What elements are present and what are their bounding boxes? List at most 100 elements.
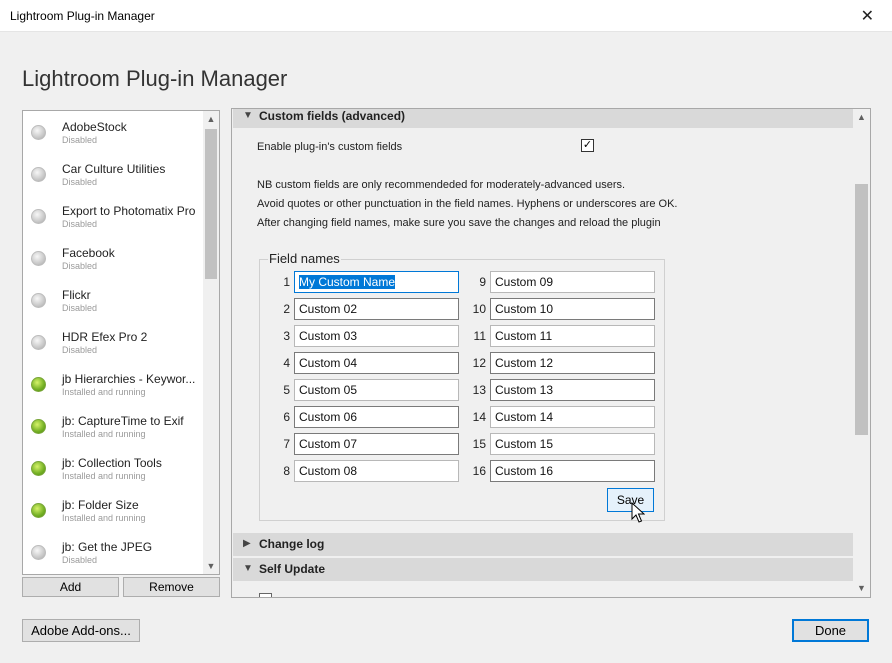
field-number: 2	[283, 302, 290, 316]
field-number: 6	[283, 410, 290, 424]
plugin-status: Installed and running	[62, 513, 146, 523]
status-dot-icon	[31, 545, 46, 560]
custom-field-input[interactable]: Custom 08	[294, 460, 459, 482]
custom-field-input[interactable]: Custom 15	[490, 433, 655, 455]
plugin-item[interactable]: Car Culture Utilities Disabled	[23, 153, 205, 195]
section-self-update[interactable]: ▼ Self Update	[233, 558, 853, 581]
plugin-name: Export to Photomatix Pro	[62, 204, 196, 218]
field-value: My Custom Name	[299, 275, 396, 289]
custom-field-input[interactable]: Custom 16	[490, 460, 655, 482]
enable-custom-fields-label: Enable plug-in's custom fields	[257, 141, 403, 153]
custom-field-input[interactable]: Custom 13	[490, 379, 655, 401]
plugin-status: Disabled	[62, 219, 98, 229]
plugin-settings-panel: ▼ Custom fields (advanced) Enable plug-i…	[231, 108, 871, 598]
note-line: After changing field names, make sure yo…	[257, 217, 661, 229]
custom-field-input[interactable]: Custom 07	[294, 433, 459, 455]
expanded-triangle-icon: ▼	[243, 110, 253, 121]
field-number: 1	[283, 275, 290, 289]
scroll-up-icon[interactable]: ▲	[853, 109, 870, 126]
plugin-name: Car Culture Utilities	[62, 162, 166, 176]
plugin-item[interactable]: HDR Efex Pro 2 Disabled	[23, 321, 205, 363]
plugin-item[interactable]: jb: Get the JPEG Disabled	[23, 531, 205, 573]
section-label: Change log	[259, 537, 325, 551]
plugin-name: jb: CaptureTime to Exif	[62, 414, 184, 428]
plugin-item[interactable]: jb Hierarchies - Keywor... Installed and…	[23, 363, 205, 405]
scroll-up-icon[interactable]: ▲	[203, 111, 219, 127]
custom-field-input[interactable]: My Custom Name	[294, 271, 459, 293]
status-dot-icon	[31, 377, 46, 392]
field-number: 3	[283, 329, 290, 343]
field-number: 8	[283, 464, 290, 478]
plugin-list: AdobeStock Disabled Car Culture Utilitie…	[22, 110, 220, 575]
plugin-name: jb: Folder Size	[62, 498, 139, 512]
custom-field-input[interactable]: Custom 09	[490, 271, 655, 293]
scrollbar-thumb[interactable]	[205, 129, 217, 279]
collapsed-triangle-icon: ▶	[243, 538, 251, 549]
plugin-list-scrollbar[interactable]: ▲ ▼	[203, 111, 219, 574]
page-title: Lightroom Plug-in Manager	[22, 66, 288, 91]
title-bar: Lightroom Plug-in Manager ✕	[0, 0, 892, 32]
status-dot-icon	[31, 419, 46, 434]
plugin-name: jb: Get the JPEG	[62, 540, 153, 554]
custom-field-input[interactable]: Custom 12	[490, 352, 655, 374]
close-icon[interactable]: ✕	[861, 6, 874, 26]
scrollbar-thumb[interactable]	[855, 184, 868, 435]
add-button[interactable]: Add	[22, 577, 119, 597]
self-update-checkbox[interactable]	[259, 593, 272, 597]
plugin-item[interactable]: jb: Folder Size Installed and running	[23, 489, 205, 531]
field-number: 7	[283, 437, 290, 451]
custom-field-input[interactable]: Custom 14	[490, 406, 655, 428]
plugin-status: Disabled	[62, 177, 98, 187]
plugin-name: jb Hierarchies - Keywor...	[62, 372, 196, 386]
note-line: NB custom fields are only recommendeded …	[257, 179, 626, 191]
status-dot-icon	[31, 293, 46, 308]
plugin-name: Flickr	[62, 288, 91, 302]
adobe-addons-button[interactable]: Adobe Add-ons...	[22, 619, 140, 642]
plugin-name: jb: Collection Tools	[62, 456, 162, 470]
plugin-status: Disabled	[62, 555, 98, 565]
field-names-legend: Field names	[268, 251, 341, 266]
custom-field-input[interactable]: Custom 06	[294, 406, 459, 428]
plugin-status: Installed and running	[62, 387, 146, 397]
field-number: 5	[283, 383, 290, 397]
plugin-status: Installed and running	[62, 471, 146, 481]
plugin-status: Installed and running	[62, 429, 146, 439]
enable-custom-fields-checkbox[interactable]: ✓	[581, 139, 594, 152]
field-number: 16	[472, 464, 486, 478]
field-number: 15	[472, 437, 486, 451]
field-number: 12	[472, 356, 486, 370]
settings-scrollbar[interactable]: ▲ ▼	[853, 109, 870, 597]
scroll-down-icon[interactable]: ▼	[853, 580, 870, 597]
done-button[interactable]: Done	[792, 619, 869, 642]
note-line: Avoid quotes or other punctuation in the…	[257, 198, 678, 210]
plugin-status: Disabled	[62, 261, 98, 271]
section-custom-fields[interactable]: ▼ Custom fields (advanced)	[233, 109, 853, 128]
mouse-cursor-icon	[631, 502, 645, 523]
custom-field-input[interactable]: Custom 05	[294, 379, 459, 401]
custom-field-input[interactable]: Custom 04	[294, 352, 459, 374]
custom-field-input[interactable]: Custom 11	[490, 325, 655, 347]
section-label: Self Update	[259, 562, 326, 576]
plugin-item[interactable]: jb: CaptureTime to Exif Installed and ru…	[23, 405, 205, 447]
plugin-status: Disabled	[62, 135, 98, 145]
plugin-item[interactable]: jb: Collection Tools Installed and runni…	[23, 447, 205, 489]
plugin-item[interactable]: Export to Photomatix Pro Disabled	[23, 195, 205, 237]
section-change-log[interactable]: ▶ Change log	[233, 533, 853, 556]
plugin-item[interactable]: Flickr Disabled	[23, 279, 205, 321]
plugin-item[interactable]: AdobeStock Disabled	[23, 111, 205, 153]
status-dot-icon	[31, 209, 46, 224]
status-dot-icon	[31, 251, 46, 266]
custom-field-input[interactable]: Custom 03	[294, 325, 459, 347]
status-dot-icon	[31, 167, 46, 182]
plugin-item[interactable]: Facebook Disabled	[23, 237, 205, 279]
scroll-down-icon[interactable]: ▼	[203, 558, 219, 574]
remove-button[interactable]: Remove	[123, 577, 220, 597]
status-dot-icon	[31, 461, 46, 476]
custom-field-input[interactable]: Custom 02	[294, 298, 459, 320]
custom-field-input[interactable]: Custom 10	[490, 298, 655, 320]
status-dot-icon	[31, 335, 46, 350]
status-dot-icon	[31, 503, 46, 518]
field-number: 4	[283, 356, 290, 370]
section-label: Custom fields (advanced)	[259, 109, 406, 123]
field-number: 10	[472, 302, 486, 316]
